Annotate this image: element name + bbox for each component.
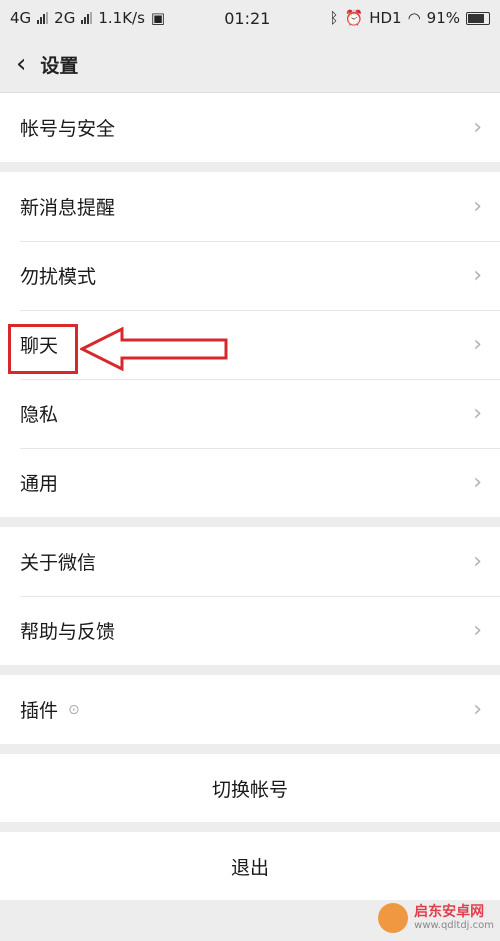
- row-label: 隐私: [20, 404, 59, 426]
- status-time: 01:21: [224, 8, 271, 28]
- signal-icon: [37, 12, 49, 24]
- chevron-right-icon: ›: [473, 549, 482, 574]
- plugins-label: 插件: [20, 700, 59, 722]
- chevron-right-icon: ›: [473, 697, 482, 722]
- status-right: ᛒ ⏰ HD1 ◠ 91%: [329, 9, 490, 27]
- left-arrow-annotation-icon: [80, 326, 228, 372]
- group-about: 关于微信 › 帮助与反馈 ›: [0, 527, 500, 665]
- chevron-right-icon: ›: [473, 194, 482, 219]
- net-speed: 1.1K/s: [98, 9, 145, 27]
- group-account: 帐号与安全 ›: [0, 93, 500, 162]
- signal-icon-2: [81, 12, 93, 24]
- row-help-feedback[interactable]: 帮助与反馈 ›: [0, 596, 500, 665]
- chevron-right-icon: ›: [473, 263, 482, 288]
- title-bar: ‹ 设置: [0, 36, 500, 93]
- chevron-right-icon: ›: [473, 115, 482, 140]
- watermark-url: www.qdltdj.com: [414, 920, 494, 932]
- alarm-icon: ⏰: [344, 9, 364, 27]
- chevron-right-icon: ›: [473, 470, 482, 495]
- status-bar: 4G 2G 1.1K/s ▣ 01:21 ᛒ ⏰ HD1 ◠ 91%: [0, 0, 500, 36]
- row-about-wechat[interactable]: 关于微信 ›: [0, 527, 500, 596]
- battery-percent: 91%: [426, 9, 460, 27]
- watermark-logo-icon: [378, 903, 409, 933]
- row-label: 新消息提醒: [20, 197, 116, 219]
- battery-icon: [466, 11, 490, 25]
- row-new-message-notify[interactable]: 新消息提醒 ›: [0, 172, 500, 241]
- chevron-right-icon: ›: [473, 618, 482, 643]
- page-title: 设置: [40, 54, 79, 77]
- watermark-text: 启东安卓网 www.qdltdj.com: [414, 903, 494, 932]
- logout-button[interactable]: 退出: [0, 832, 500, 900]
- row-plugins[interactable]: 插件 ⊙ ›: [0, 675, 500, 744]
- wifi-icon: ◠: [407, 9, 421, 27]
- hd-indicator: HD1: [369, 9, 402, 27]
- row-general[interactable]: 通用 ›: [0, 448, 500, 517]
- highlight-box: [8, 324, 78, 374]
- network-4g: 4G: [10, 9, 32, 27]
- row-account-security[interactable]: 帐号与安全 ›: [0, 93, 500, 162]
- back-arrow-icon[interactable]: ‹: [16, 51, 26, 77]
- sim-icon: ▣: [150, 9, 166, 27]
- chevron-right-icon: ›: [473, 401, 482, 426]
- plugin-badge-icon: ⊙: [68, 701, 80, 718]
- row-label: 通用: [20, 473, 59, 495]
- network-2g: 2G: [54, 9, 76, 27]
- row-label: 帮助与反馈: [20, 621, 116, 643]
- row-label: 插件 ⊙: [20, 696, 80, 723]
- chevron-right-icon: ›: [473, 332, 482, 357]
- bluetooth-icon: ᛒ: [329, 9, 339, 27]
- group-plugins: 插件 ⊙ ›: [0, 675, 500, 744]
- switch-account-button[interactable]: 切换帐号: [0, 754, 500, 822]
- status-left: 4G 2G 1.1K/s ▣: [10, 9, 165, 27]
- watermark-name: 启东安卓网: [414, 903, 485, 920]
- row-label: 帐号与安全: [20, 118, 116, 140]
- row-label: 勿扰模式: [20, 266, 97, 288]
- row-do-not-disturb[interactable]: 勿扰模式 ›: [0, 241, 500, 310]
- row-privacy[interactable]: 隐私 ›: [0, 379, 500, 448]
- watermark: 启东安卓网 www.qdltdj.com: [378, 903, 494, 933]
- row-label: 关于微信: [20, 552, 97, 574]
